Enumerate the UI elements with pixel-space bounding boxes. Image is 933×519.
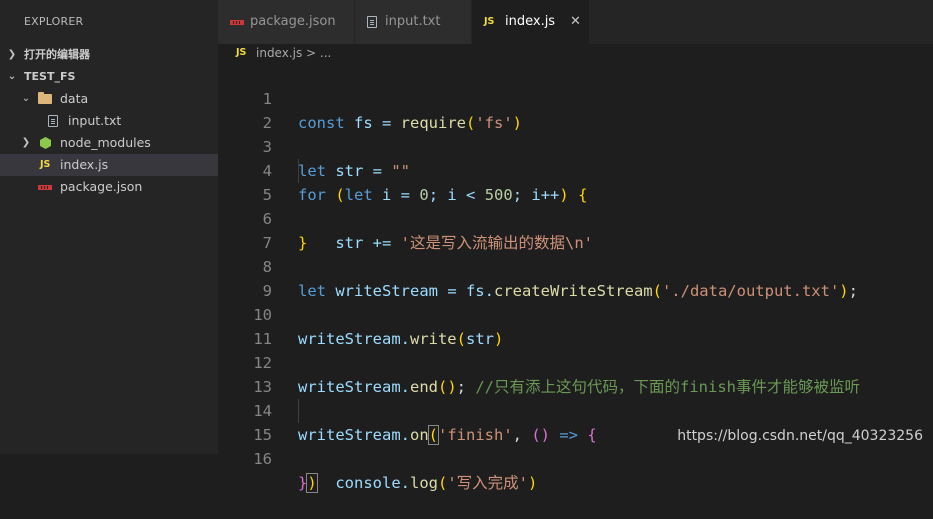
tab-package-json[interactable]: package.json <box>218 0 355 44</box>
chevron-right-icon: ❯ <box>7 49 17 60</box>
open-editors-section[interactable]: ❯ 打开的编辑器 <box>0 44 218 66</box>
tree-item-label: node_modules <box>60 135 151 150</box>
chevron-down-icon: ⌄ <box>21 93 31 104</box>
breadcrumb-item[interactable]: index.js > ... <box>256 44 331 62</box>
code-line: 9 <box>218 255 933 300</box>
code-line: 12 writeStream.end(); //只有添上这句代码，下面的fini… <box>218 327 933 396</box>
tree-item-label: data <box>60 91 89 106</box>
js-icon: JS <box>40 159 51 170</box>
editor-tab-bar: package.json input.txt JS index.js ✕ <box>218 0 933 44</box>
js-icon: JS <box>484 16 495 27</box>
code-line: 3 let str = "" <box>218 111 933 180</box>
code-line: 6 } <box>218 183 933 252</box>
code-line: 5 str += '这是写入流输出的数据\n' <box>218 159 933 252</box>
close-icon[interactable]: ✕ <box>570 0 581 44</box>
nodejs-folder-icon <box>40 132 51 154</box>
code-content: console.log('写入完成') <box>298 474 538 492</box>
code-line: 2 <box>218 87 933 132</box>
tab-label: input.txt <box>385 14 441 29</box>
chevron-down-icon: ⌄ <box>7 71 17 82</box>
code-line: 1 const fs = require('fs') <box>218 63 933 132</box>
indent-guide <box>298 159 299 183</box>
code-line: 11 <box>218 303 933 348</box>
tree-item-label: index.js <box>60 157 109 172</box>
tab-label: index.js <box>505 14 556 29</box>
breadcrumb-ellipsis[interactable]: ... <box>320 46 331 60</box>
code-line: 4 for (let i = 0; i < 500; i++) { <box>218 135 933 204</box>
tree-item-package-json[interactable]: package.json <box>0 176 218 198</box>
js-icon: JS <box>236 47 247 58</box>
breadcrumb: JS index.js > ... <box>218 44 933 62</box>
code-line: 15 console.log('写入完成') <box>218 399 933 492</box>
line-number: 16 <box>253 450 272 468</box>
code-line: 13 <box>218 351 933 396</box>
tree-item-node-modules[interactable]: ❯ node_modules <box>0 132 218 154</box>
tree-item-input-txt[interactable]: input.txt <box>0 110 218 132</box>
watermark-url: https://blog.csdn.net/qq_40323256 <box>677 428 923 444</box>
tree-item-label: package.json <box>60 179 143 194</box>
code-line: 8 let writeStream = fs.createWriteStream… <box>218 231 933 300</box>
code-content: }) <box>298 473 318 493</box>
tab-index-js[interactable]: JS index.js ✕ <box>472 0 590 44</box>
text-file-icon <box>367 0 377 44</box>
tree-item-data[interactable]: ⌄ data <box>0 88 218 110</box>
explorer-sidebar: EXPLORER ❯ 打开的编辑器 ⌄ TEST_FS ⌄ data input… <box>0 0 218 454</box>
code-editor[interactable]: 1 const fs = require('fs') 2 3 let str =… <box>218 62 933 493</box>
project-label: TEST_FS <box>24 70 76 83</box>
open-editors-label: 打开的编辑器 <box>24 48 90 61</box>
explorer-title: EXPLORER <box>24 15 84 28</box>
tree-item-label: input.txt <box>68 113 122 128</box>
folder-icon <box>38 88 52 110</box>
code-line: 10 writeStream.write(str) <box>218 279 933 348</box>
code-line: 7 <box>218 207 933 252</box>
chevron-right-icon: ❯ <box>21 137 31 148</box>
indent-guide <box>298 399 299 423</box>
code-line: 14 writeStream.on('finish', () => { <box>218 375 933 445</box>
tree-item-index-js[interactable]: JS index.js <box>0 154 218 176</box>
npm-icon <box>230 0 244 44</box>
tab-input-txt[interactable]: input.txt <box>355 0 472 44</box>
tab-label: package.json <box>250 14 336 29</box>
breadcrumb-file: index.js <box>256 46 303 60</box>
npm-icon <box>38 176 52 198</box>
project-section[interactable]: ⌄ TEST_FS <box>0 66 218 88</box>
breadcrumb-separator: > <box>302 46 320 60</box>
text-file-icon <box>48 110 58 132</box>
